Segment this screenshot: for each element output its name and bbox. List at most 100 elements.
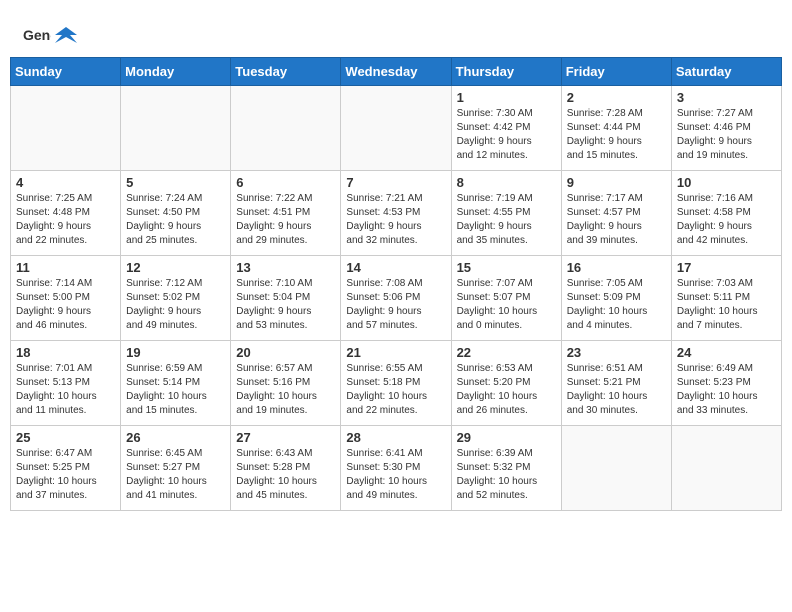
calendar-cell <box>11 86 121 171</box>
weekday-header-tuesday: Tuesday <box>231 58 341 86</box>
calendar-cell <box>561 426 671 511</box>
calendar-cell: 15 Sunrise: 7:07 AM Sunset: 5:07 PM Dayli… <box>451 256 561 341</box>
day-number: 18 <box>16 345 115 360</box>
day-number: 21 <box>346 345 445 360</box>
calendar-cell: 25 Sunrise: 6:47 AM Sunset: 5:25 PM Dayli… <box>11 426 121 511</box>
day-info: Sunrise: 6:41 AM Sunset: 5:30 PM Dayligh… <box>346 447 445 503</box>
day-number: 16 <box>567 260 666 275</box>
day-number: 25 <box>16 430 115 445</box>
calendar-cell: 22 Sunrise: 6:53 AM Sunset: 5:20 PM Dayli… <box>451 341 561 426</box>
day-number: 8 <box>457 175 556 190</box>
logo-icon: General <box>23 20 51 48</box>
day-info: Sunrise: 7:10 AM Sunset: 5:04 PM Dayligh… <box>236 277 335 333</box>
weekday-header-friday: Friday <box>561 58 671 86</box>
day-info: Sunrise: 6:57 AM Sunset: 5:16 PM Dayligh… <box>236 362 335 418</box>
calendar-cell: 14Sunrise: 7:08 AM Sunset: 5:06 PM Dayli… <box>341 256 451 341</box>
calendar-cell: 3Sunrise: 7:27 AM Sunset: 4:46 PM Daylig… <box>671 86 781 171</box>
day-info: Sunrise: 7:22 AM Sunset: 4:51 PM Dayligh… <box>236 192 335 248</box>
calendar-week-row: 1 Sunrise: 7:30 AM Sunset: 4:42 PM Daylig… <box>11 86 782 171</box>
calendar-cell <box>341 86 451 171</box>
day-info: Sunrise: 6:49 AM Sunset: 5:23 PM Dayligh… <box>677 362 776 418</box>
calendar-cell <box>231 86 341 171</box>
calendar-cell: 13 Sunrise: 7:10 AM Sunset: 5:04 PM Dayli… <box>231 256 341 341</box>
day-number: 13 <box>236 260 335 275</box>
day-info: Sunrise: 7:05 AM Sunset: 5:09 PM Dayligh… <box>567 277 666 333</box>
calendar-cell: 26 Sunrise: 6:45 AM Sunset: 5:27 PM Dayli… <box>121 426 231 511</box>
logo: General <box>20 20 79 48</box>
day-number: 11 <box>16 260 115 275</box>
calendar-cell: 11 Sunrise: 7:14 AM Sunset: 5:00 PM Dayli… <box>11 256 121 341</box>
day-info: Sunrise: 6:39 AM Sunset: 5:32 PM Dayligh… <box>457 447 556 503</box>
day-number: 2 <box>567 90 666 105</box>
calendar-cell: 28 Sunrise: 6:41 AM Sunset: 5:30 PM Dayli… <box>341 426 451 511</box>
calendar-cell: 5 Sunrise: 7:24 AM Sunset: 4:50 PM Daylig… <box>121 171 231 256</box>
day-info: Sunrise: 7:30 AM Sunset: 4:42 PM Dayligh… <box>457 107 556 163</box>
day-number: 28 <box>346 430 445 445</box>
day-number: 10 <box>677 175 776 190</box>
calendar-cell: 24 Sunrise: 6:49 AM Sunset: 5:23 PM Dayli… <box>671 341 781 426</box>
calendar-cell: 27 Sunrise: 6:43 AM Sunset: 5:28 PM Dayli… <box>231 426 341 511</box>
day-number: 6 <box>236 175 335 190</box>
day-number: 23 <box>567 345 666 360</box>
day-info: Sunrise: 6:55 AM Sunset: 5:18 PM Dayligh… <box>346 362 445 418</box>
svg-text:General: General <box>23 27 51 43</box>
day-number: 9 <box>567 175 666 190</box>
day-info: Sunrise: 7:07 AM Sunset: 5:07 PM Dayligh… <box>457 277 556 333</box>
weekday-header-thursday: Thursday <box>451 58 561 86</box>
day-number: 5 <box>126 175 225 190</box>
day-info: Sunrise: 6:51 AM Sunset: 5:21 PM Dayligh… <box>567 362 666 418</box>
day-number: 15 <box>457 260 556 275</box>
day-number: 14 <box>346 260 445 275</box>
calendar-header-row: SundayMondayTuesdayWednesdayThursdayFrid… <box>11 58 782 86</box>
calendar-cell <box>121 86 231 171</box>
day-number: 27 <box>236 430 335 445</box>
day-number: 22 <box>457 345 556 360</box>
day-info: Sunrise: 7:01 AM Sunset: 5:13 PM Dayligh… <box>16 362 115 418</box>
calendar-cell: 17 Sunrise: 7:03 AM Sunset: 5:11 PM Dayli… <box>671 256 781 341</box>
calendar-cell: 2 Sunrise: 7:28 AM Sunset: 4:44 PM Daylig… <box>561 86 671 171</box>
day-info: Sunrise: 7:28 AM Sunset: 4:44 PM Dayligh… <box>567 107 666 163</box>
day-number: 24 <box>677 345 776 360</box>
day-number: 1 <box>457 90 556 105</box>
calendar-week-row: 11 Sunrise: 7:14 AM Sunset: 5:00 PM Dayli… <box>11 256 782 341</box>
calendar-cell: 19 Sunrise: 6:59 AM Sunset: 5:14 PM Dayli… <box>121 341 231 426</box>
day-info: Sunrise: 7:24 AM Sunset: 4:50 PM Dayligh… <box>126 192 225 248</box>
day-info: Sunrise: 6:47 AM Sunset: 5:25 PM Dayligh… <box>16 447 115 503</box>
day-info: Sunrise: 7:17 AM Sunset: 4:57 PM Dayligh… <box>567 192 666 248</box>
day-number: 20 <box>236 345 335 360</box>
calendar-cell: 16 Sunrise: 7:05 AM Sunset: 5:09 PM Dayli… <box>561 256 671 341</box>
calendar-week-row: 18 Sunrise: 7:01 AM Sunset: 5:13 PM Dayli… <box>11 341 782 426</box>
day-info: Sunrise: 6:59 AM Sunset: 5:14 PM Dayligh… <box>126 362 225 418</box>
day-number: 4 <box>16 175 115 190</box>
day-number: 7 <box>346 175 445 190</box>
calendar-cell: 8 Sunrise: 7:19 AM Sunset: 4:55 PM Daylig… <box>451 171 561 256</box>
calendar-cell: 12 Sunrise: 7:12 AM Sunset: 5:02 PM Dayli… <box>121 256 231 341</box>
weekday-header-monday: Monday <box>121 58 231 86</box>
calendar-cell: 10Sunrise: 7:16 AM Sunset: 4:58 PM Dayli… <box>671 171 781 256</box>
day-info: Sunrise: 7:12 AM Sunset: 5:02 PM Dayligh… <box>126 277 225 333</box>
calendar-cell: 6 Sunrise: 7:22 AM Sunset: 4:51 PM Daylig… <box>231 171 341 256</box>
calendar-cell: 20 Sunrise: 6:57 AM Sunset: 5:16 PM Dayli… <box>231 341 341 426</box>
day-number: 29 <box>457 430 556 445</box>
day-number: 26 <box>126 430 225 445</box>
day-info: Sunrise: 7:14 AM Sunset: 5:00 PM Dayligh… <box>16 277 115 333</box>
day-number: 19 <box>126 345 225 360</box>
day-number: 17 <box>677 260 776 275</box>
calendar-cell: 23 Sunrise: 6:51 AM Sunset: 5:21 PM Dayli… <box>561 341 671 426</box>
day-info: Sunrise: 6:43 AM Sunset: 5:28 PM Dayligh… <box>236 447 335 503</box>
day-info: Sunrise: 6:45 AM Sunset: 5:27 PM Dayligh… <box>126 447 225 503</box>
day-info: Sunrise: 7:27 AM Sunset: 4:46 PM Dayligh… <box>677 107 776 163</box>
logo-bird-icon <box>55 25 77 47</box>
calendar-week-row: 4 Sunrise: 7:25 AM Sunset: 4:48 PM Daylig… <box>11 171 782 256</box>
calendar-cell: 9 Sunrise: 7:17 AM Sunset: 4:57 PM Daylig… <box>561 171 671 256</box>
calendar-week-row: 25 Sunrise: 6:47 AM Sunset: 5:25 PM Dayli… <box>11 426 782 511</box>
calendar-cell: 21 Sunrise: 6:55 AM Sunset: 5:18 PM Dayli… <box>341 341 451 426</box>
day-info: Sunrise: 7:19 AM Sunset: 4:55 PM Dayligh… <box>457 192 556 248</box>
calendar-table: SundayMondayTuesdayWednesdayThursdayFrid… <box>10 57 782 511</box>
calendar-cell: 7Sunrise: 7:21 AM Sunset: 4:53 PM Daylig… <box>341 171 451 256</box>
day-number: 12 <box>126 260 225 275</box>
page-header: General <box>10 10 782 53</box>
day-info: Sunrise: 6:53 AM Sunset: 5:20 PM Dayligh… <box>457 362 556 418</box>
day-info: Sunrise: 7:03 AM Sunset: 5:11 PM Dayligh… <box>677 277 776 333</box>
day-info: Sunrise: 7:25 AM Sunset: 4:48 PM Dayligh… <box>16 192 115 248</box>
